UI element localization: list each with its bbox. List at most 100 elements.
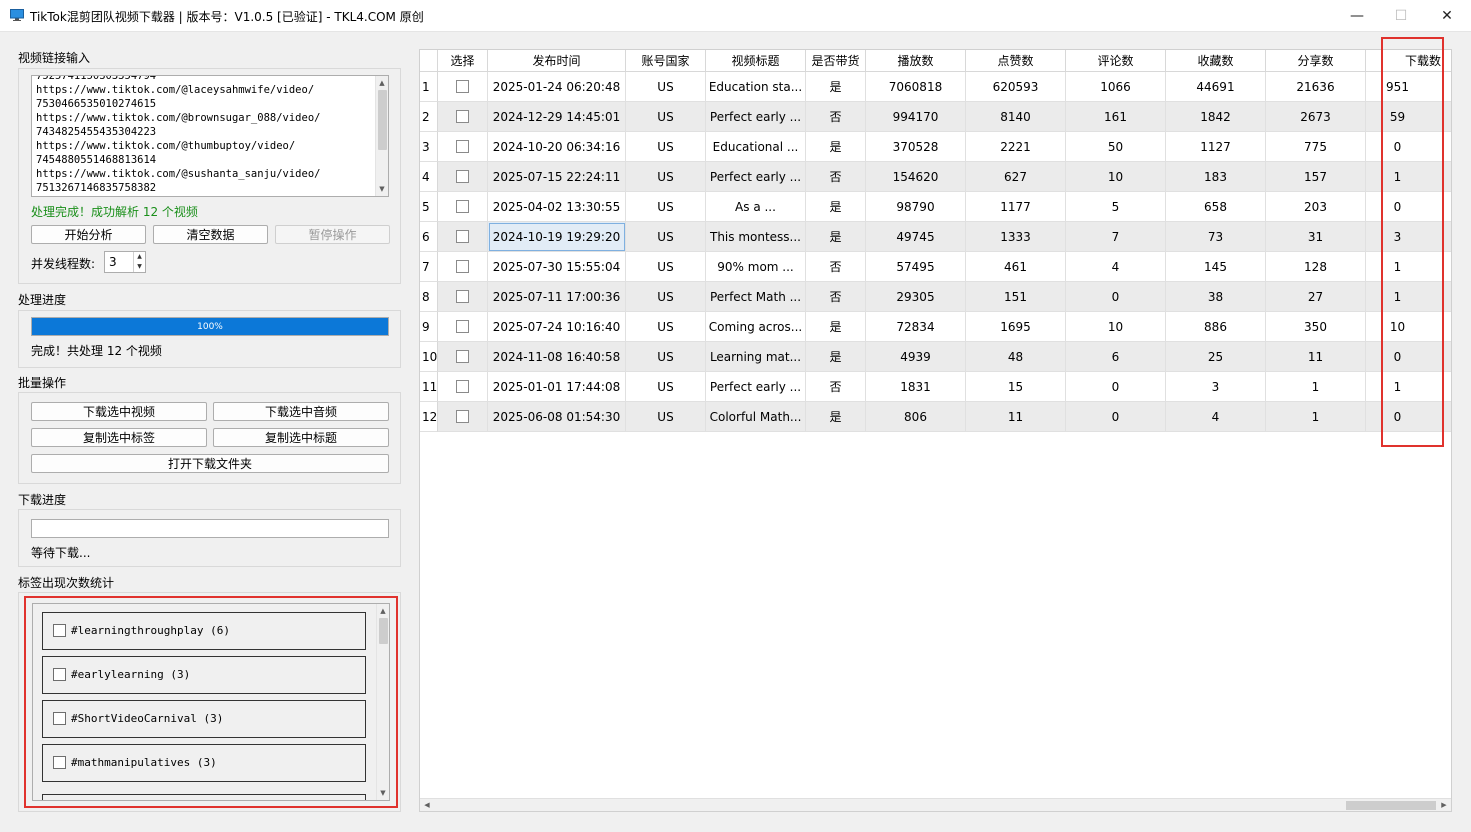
row-number[interactable]: 4 [420, 162, 438, 192]
tag-item[interactable]: #earlylearning (3) [42, 656, 366, 694]
cell-shares[interactable]: 350 [1266, 312, 1366, 342]
column-header-shares[interactable]: 分享数 [1266, 50, 1366, 72]
cell-comments[interactable]: 6 [1066, 342, 1166, 372]
select-cell[interactable] [438, 132, 488, 162]
table-corner[interactable] [420, 50, 438, 72]
cell-favorites[interactable]: 886 [1166, 312, 1266, 342]
cell-comments[interactable]: 50 [1066, 132, 1166, 162]
cell-publish-time[interactable]: 2024-12-29 14:45:01 [488, 102, 626, 132]
cell-favorites[interactable]: 25 [1166, 342, 1266, 372]
row-number[interactable]: 11 [420, 372, 438, 402]
cell-commerce[interactable]: 是 [806, 312, 866, 342]
cell-shares[interactable]: 31 [1266, 222, 1366, 252]
row-number[interactable]: 3 [420, 132, 438, 162]
cell-title[interactable]: Perfect early ... [706, 162, 806, 192]
cell-comments[interactable]: 0 [1066, 402, 1166, 432]
tag-item[interactable]: #ShortVideoCarnival (3) [42, 700, 366, 738]
tag-checkbox[interactable] [53, 668, 66, 681]
cell-publish-time[interactable]: 2025-07-24 10:16:40 [488, 312, 626, 342]
threads-spinbox[interactable]: 3 ▲ ▼ [104, 251, 146, 273]
select-cell[interactable] [438, 402, 488, 432]
url-textarea[interactable]: 7525741150303354794 https://www.tiktok.c… [31, 75, 389, 197]
scroll-down-icon[interactable]: ▼ [376, 183, 388, 195]
cell-commerce[interactable]: 是 [806, 342, 866, 372]
cell-commerce[interactable]: 是 [806, 402, 866, 432]
table-hscrollbar[interactable]: ◀ ▶ [420, 798, 1451, 811]
row-checkbox[interactable] [456, 170, 469, 183]
column-header-commerce[interactable]: 是否带货 [806, 50, 866, 72]
row-number[interactable]: 8 [420, 282, 438, 312]
row-number[interactable]: 5 [420, 192, 438, 222]
cell-likes[interactable]: 1333 [966, 222, 1066, 252]
select-cell[interactable] [438, 282, 488, 312]
scroll-up-icon[interactable]: ▲ [377, 605, 389, 617]
copy-titles-button[interactable]: 复制选中标题 [213, 428, 389, 447]
cell-shares[interactable]: 1 [1266, 402, 1366, 432]
row-number[interactable]: 6 [420, 222, 438, 252]
select-cell[interactable] [438, 342, 488, 372]
column-header-select[interactable]: 选择 [438, 50, 488, 72]
cell-comments[interactable]: 0 [1066, 372, 1166, 402]
download-audio-button[interactable]: 下载选中音频 [213, 402, 389, 421]
select-cell[interactable] [438, 192, 488, 222]
cell-comments[interactable]: 5 [1066, 192, 1166, 222]
column-header-title[interactable]: 视频标题 [706, 50, 806, 72]
cell-views[interactable]: 57495 [866, 252, 966, 282]
row-checkbox[interactable] [456, 410, 469, 423]
cell-favorites[interactable]: 4 [1166, 402, 1266, 432]
tags-scrollbar[interactable]: ▲ ▼ [376, 604, 389, 800]
pause-button[interactable]: 暂停操作 [275, 225, 390, 244]
table-scroll-thumb[interactable] [1346, 801, 1436, 810]
cell-favorites[interactable]: 38 [1166, 282, 1266, 312]
cell-title[interactable]: Perfect early ... [706, 372, 806, 402]
cell-title[interactable]: Learning mat... [706, 342, 806, 372]
cell-country[interactable]: US [626, 192, 706, 222]
cell-shares[interactable]: 1 [1266, 372, 1366, 402]
cell-comments[interactable]: 10 [1066, 162, 1166, 192]
cell-shares[interactable]: 203 [1266, 192, 1366, 222]
scroll-left-icon[interactable]: ◀ [420, 799, 434, 811]
row-checkbox[interactable] [456, 380, 469, 393]
cell-views[interactable]: 49745 [866, 222, 966, 252]
select-cell[interactable] [438, 162, 488, 192]
cell-views[interactable]: 98790 [866, 192, 966, 222]
cell-shares[interactable]: 2673 [1266, 102, 1366, 132]
cell-likes[interactable]: 15 [966, 372, 1066, 402]
cell-title[interactable]: Educational ... [706, 132, 806, 162]
row-checkbox[interactable] [456, 350, 469, 363]
cell-title[interactable]: This montess... [706, 222, 806, 252]
row-number[interactable]: 7 [420, 252, 438, 282]
cell-views[interactable]: 994170 [866, 102, 966, 132]
cell-comments[interactable]: 161 [1066, 102, 1166, 132]
cell-comments[interactable]: 4 [1066, 252, 1166, 282]
select-cell[interactable] [438, 72, 488, 102]
cell-country[interactable]: US [626, 312, 706, 342]
minimize-button[interactable]: — [1334, 0, 1380, 32]
cell-country[interactable]: US [626, 222, 706, 252]
column-header-views[interactable]: 播放数 [866, 50, 966, 72]
download-video-button[interactable]: 下载选中视频 [31, 402, 207, 421]
cell-likes[interactable]: 620593 [966, 72, 1066, 102]
copy-tags-button[interactable]: 复制选中标签 [31, 428, 207, 447]
row-checkbox[interactable] [456, 80, 469, 93]
tag-checkbox[interactable] [53, 624, 66, 637]
cell-commerce[interactable]: 否 [806, 372, 866, 402]
url-scroll-thumb[interactable] [378, 90, 387, 150]
cell-country[interactable]: US [626, 252, 706, 282]
spin-up-icon[interactable]: ▲ [134, 252, 145, 262]
cell-shares[interactable]: 775 [1266, 132, 1366, 162]
open-folder-button[interactable]: 打开下载文件夹 [31, 454, 389, 473]
scroll-up-icon[interactable]: ▲ [376, 77, 388, 89]
cell-views[interactable]: 7060818 [866, 72, 966, 102]
cell-shares[interactable]: 27 [1266, 282, 1366, 312]
maximize-button[interactable]: ☐ [1378, 0, 1424, 32]
cell-publish-time[interactable]: 2025-04-02 13:30:55 [488, 192, 626, 222]
tags-scroll-thumb[interactable] [379, 618, 388, 644]
cell-publish-time[interactable]: 2024-10-20 06:34:16 [488, 132, 626, 162]
cell-publish-time[interactable]: 2025-01-01 17:44:08 [488, 372, 626, 402]
tag-checkbox[interactable] [53, 712, 66, 725]
cell-publish-time[interactable]: 2025-06-08 01:54:30 [488, 402, 626, 432]
cell-shares[interactable]: 128 [1266, 252, 1366, 282]
cell-favorites[interactable]: 1127 [1166, 132, 1266, 162]
cell-publish-time[interactable]: 2025-01-24 06:20:48 [488, 72, 626, 102]
